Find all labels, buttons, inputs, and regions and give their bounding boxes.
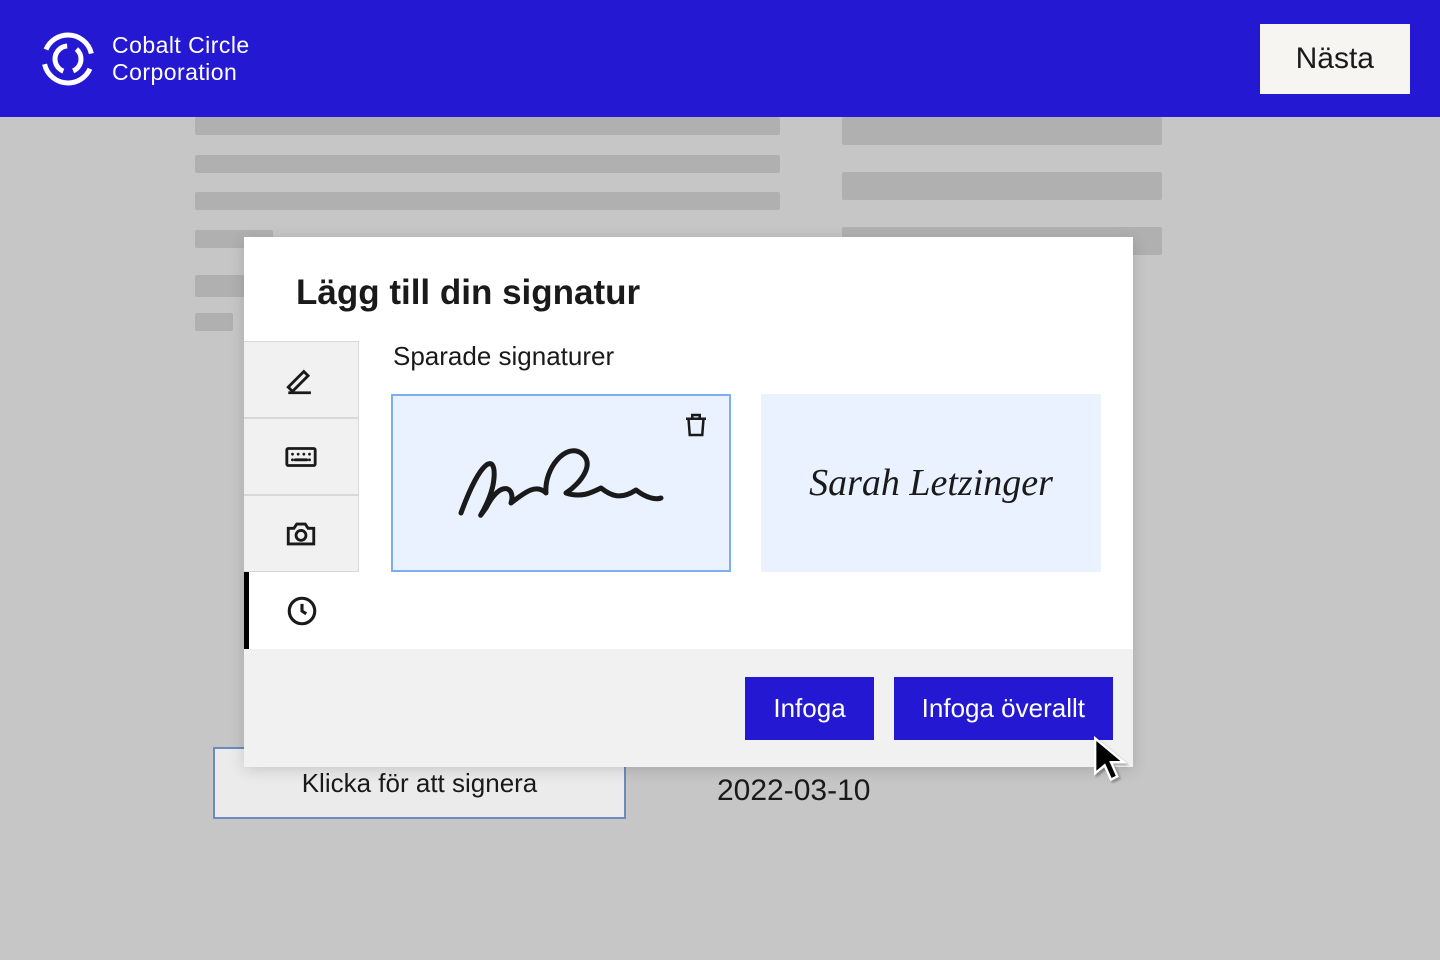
document-date: 2022-03-10: [717, 774, 870, 808]
signature-placeholder-label: Klicka för att signera: [302, 768, 538, 799]
draw-icon: [284, 363, 318, 397]
signature-option-drawn[interactable]: [391, 394, 731, 572]
tab-history[interactable]: [244, 572, 359, 649]
logo: Cobalt Circle Corporation: [40, 31, 250, 87]
tab-draw[interactable]: [244, 341, 359, 418]
tab-photo[interactable]: [244, 495, 359, 572]
delete-signature-button[interactable]: [681, 410, 711, 445]
app-header: Cobalt Circle Corporation Nästa: [0, 0, 1440, 117]
clock-icon: [285, 594, 319, 628]
saved-signatures-label: Sparade signaturer: [391, 341, 1101, 372]
modal-title: Lägg till din signatur: [244, 237, 1133, 341]
signature-modal: Lägg till din signatur: [244, 237, 1133, 767]
trash-icon: [681, 410, 711, 440]
next-button[interactable]: Nästa: [1260, 24, 1410, 94]
signature-option-typed[interactable]: Sarah Letzinger: [761, 394, 1101, 572]
insert-everywhere-button[interactable]: Infoga överallt: [894, 677, 1113, 740]
insert-button[interactable]: Infoga: [745, 677, 873, 740]
drawn-signature-image: [436, 428, 686, 538]
keyboard-icon: [284, 440, 318, 474]
camera-icon: [284, 517, 318, 551]
tab-type[interactable]: [244, 418, 359, 495]
company-logo-icon: [40, 31, 96, 87]
modal-footer: Infoga Infoga överallt: [244, 649, 1133, 767]
typed-signature-text: Sarah Letzinger: [809, 461, 1053, 505]
company-name: Cobalt Circle Corporation: [112, 32, 250, 85]
signature-method-tabs: [244, 341, 359, 649]
